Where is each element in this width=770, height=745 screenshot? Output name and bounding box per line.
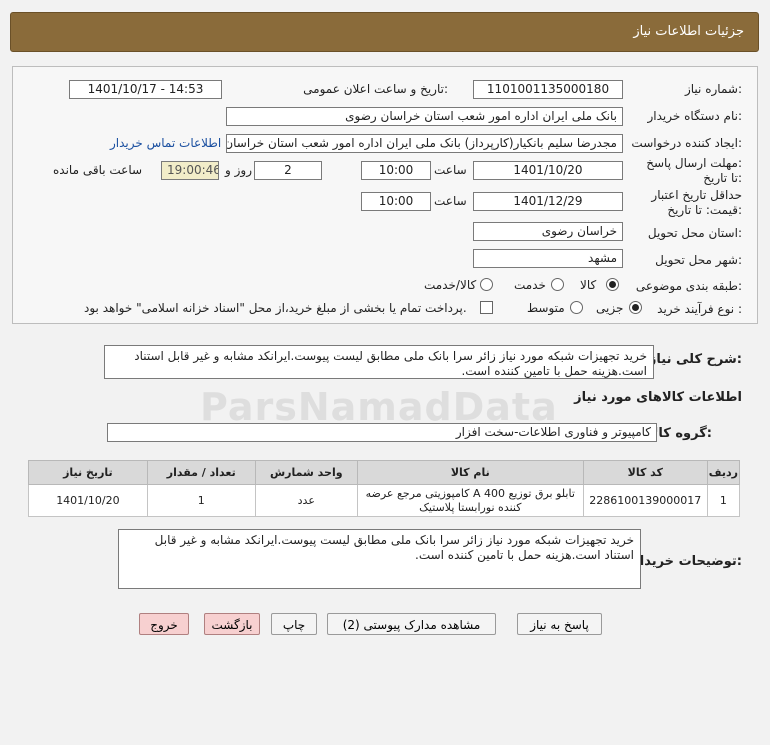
category-service-label: خدمت	[514, 278, 546, 292]
col-quantity: تعداد / مقدار	[146, 460, 256, 485]
days-remaining-field: 2	[254, 161, 322, 180]
category-goods-service-radio[interactable]	[480, 278, 493, 291]
send-deadline-label-1: مهلت ارسال پاسخ:	[646, 156, 742, 170]
buyer-notes-box: خرید تجهیزات شبکه مورد نیاز زائر سرا بان…	[118, 529, 641, 589]
cell-row-number: 1	[706, 484, 741, 517]
need-number-label: شماره نیاز:	[684, 82, 742, 96]
goods-group-field: کامپیوتر و فناوری اطلاعات-سخت افزار	[107, 423, 657, 442]
col-unit: واحد شمارش	[254, 460, 358, 485]
table-header-row: ردیف کد کالا نام کالا واحد شمارش تعداد /…	[28, 460, 741, 485]
description-label: شرح کلی نیاز:	[648, 352, 742, 367]
city-label: شهر محل تحویل:	[655, 253, 742, 267]
cell-unit: عدد	[254, 484, 358, 517]
process-medium-radio[interactable]	[570, 301, 583, 314]
back-button[interactable]: بازگشت	[204, 613, 260, 635]
price-validity-time-label: ساعت	[434, 194, 467, 208]
col-need-date: تاریخ نیاز	[28, 460, 148, 485]
price-validity-time: 10:00	[361, 192, 431, 211]
days-label: روز و	[225, 163, 252, 177]
process-minor-label: جزیی	[596, 301, 624, 315]
col-item-code: کد کالا	[582, 460, 708, 485]
buyer-notes-label: توضیحات خریدار:	[632, 554, 742, 569]
process-medium-label: متوسط	[527, 301, 565, 315]
page-title: جزئیات اطلاعات نیاز	[633, 24, 744, 39]
send-deadline-label-2: تا تاریخ:	[703, 171, 742, 185]
province-field: خراسان رضوی	[473, 222, 623, 241]
price-validity-label-2: قیمت: تا تاریخ:	[667, 203, 742, 217]
cell-need-date: 1401/10/20	[28, 484, 148, 517]
announce-datetime-field: 1401/10/17 - 14:53	[69, 80, 222, 99]
send-deadline-date: 1401/10/20	[473, 161, 623, 180]
reply-button[interactable]: پاسخ به نیاز	[517, 613, 602, 635]
category-service-radio[interactable]	[551, 278, 564, 291]
buyer-org-label: نام دستگاه خریدار:	[647, 109, 743, 123]
category-label: طبقه بندی موضوعی:	[635, 279, 742, 293]
cell-item-name: تابلو برق توزیع A 400 کامپوزیتی مرجع عرض…	[356, 484, 584, 517]
send-deadline-time: 10:00	[361, 161, 431, 180]
col-row-number: ردیف	[706, 460, 741, 485]
goods-section-title: اطلاعات کالاهای مورد نیاز	[574, 390, 742, 405]
col-item-name: نام کالا	[356, 460, 584, 485]
send-deadline-time-label: ساعت	[434, 163, 467, 177]
category-goods-label: کالا	[580, 278, 597, 292]
goods-table: ردیف کد کالا نام کالا واحد شمارش تعداد /…	[28, 460, 741, 517]
exit-button[interactable]: خروج	[139, 613, 189, 635]
category-goods-radio[interactable]	[606, 278, 619, 291]
treasury-payment-label: پرداخت تمام یا بخشی از مبلغ خرید،از محل …	[84, 301, 467, 315]
goods-group-label: گروه کالا:	[648, 426, 712, 441]
buyer-contact-link[interactable]: اطلاعات تماس خریدار	[110, 136, 221, 150]
province-label: استان محل تحویل:	[647, 226, 742, 240]
announce-datetime-label: تاریخ و ساعت اعلان عمومی:	[303, 82, 448, 96]
process-minor-radio[interactable]	[629, 301, 642, 314]
page-header: جزئیات اطلاعات نیاز	[10, 12, 759, 52]
category-goods-service-label: کالا/خدمت	[424, 278, 477, 292]
description-box: خرید تجهیزات شبکه مورد نیاز زائر سرا بان…	[104, 345, 654, 379]
treasury-payment-checkbox[interactable]	[480, 301, 493, 314]
need-number-field: 1101001135000180	[473, 80, 623, 99]
cell-quantity: 1	[146, 484, 256, 517]
print-button[interactable]: چاپ	[271, 613, 317, 635]
requester-label: ایجاد کننده درخواست:	[631, 136, 742, 150]
table-row: 1 2286100139000017 تابلو برق توزیع A 400…	[28, 484, 741, 517]
buyer-org-field: بانک ملی ایران اداره امور شعب استان خراس…	[226, 107, 623, 126]
remaining-time-field: 19:00:46	[161, 161, 219, 180]
price-validity-label-1: حداقل تاریخ اعتبار	[651, 188, 742, 202]
requester-field: مجدرضا سلیم بانکیار(کارپرداز) بانک ملی ا…	[226, 134, 623, 153]
price-validity-date: 1401/12/29	[473, 192, 623, 211]
process-label: نوع فرآیند خرید :	[657, 302, 742, 316]
cell-item-code: 2286100139000017	[582, 484, 708, 517]
view-attachments-button[interactable]: مشاهده مدارک پیوستی (2)	[327, 613, 496, 635]
city-field: مشهد	[473, 249, 623, 268]
remaining-time-label: ساعت باقی مانده	[53, 163, 143, 177]
